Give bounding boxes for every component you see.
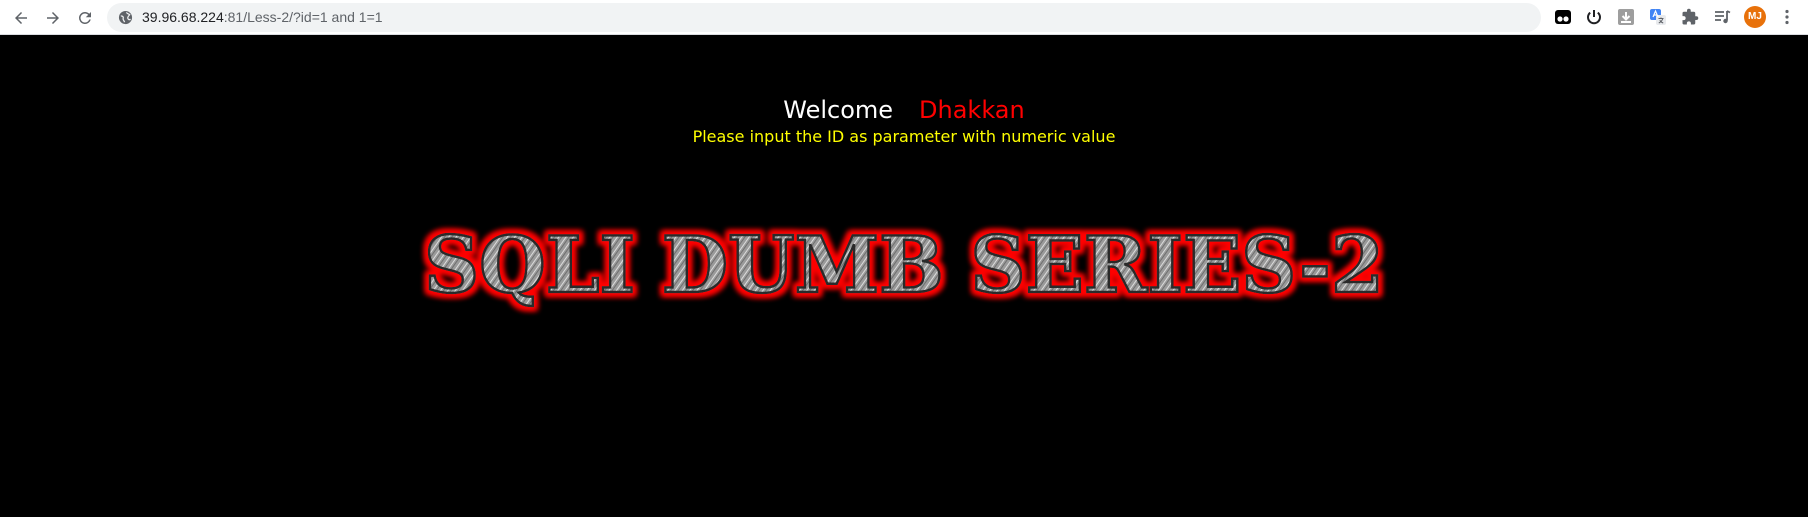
profile-avatar[interactable]: MJ bbox=[1744, 6, 1766, 28]
welcome-line: Welcome Dhakkan bbox=[0, 96, 1808, 124]
translate-icon[interactable] bbox=[1648, 7, 1668, 27]
site-info-icon[interactable] bbox=[118, 10, 133, 25]
download-icon[interactable] bbox=[1616, 7, 1636, 27]
reload-button[interactable] bbox=[72, 5, 98, 31]
banner-title-text: SQLI DUMB SERIES-2 bbox=[424, 220, 1384, 311]
menu-kebab-icon[interactable] bbox=[1777, 7, 1797, 27]
url-path: :81/Less-2/?id=1 and 1=1 bbox=[223, 9, 383, 25]
address-bar[interactable]: 39.96.68.224:81/Less-2/?id=1 and 1=1 bbox=[107, 3, 1541, 32]
instruction-text: Please input the ID as parameter with nu… bbox=[692, 127, 1116, 146]
media-queue-icon[interactable] bbox=[1712, 7, 1732, 27]
reload-icon bbox=[78, 11, 91, 24]
browser-toolbar: 39.96.68.224:81/Less-2/?id=1 and 1=1 MJ bbox=[0, 0, 1808, 35]
banner-title-image: SQLI DUMB SERIES-2 bbox=[423, 219, 1386, 313]
arrow-right-icon bbox=[47, 12, 59, 24]
arrow-left-icon bbox=[15, 12, 27, 24]
page-content: Welcome Dhakkan Please input the ID as pa… bbox=[0, 36, 1808, 517]
power-icon[interactable] bbox=[1584, 7, 1604, 27]
back-button[interactable] bbox=[8, 5, 34, 31]
url-text[interactable]: 39.96.68.224:81/Less-2/?id=1 and 1=1 bbox=[142, 3, 383, 32]
url-host: 39.96.68.224 bbox=[142, 9, 224, 25]
forward-button[interactable] bbox=[40, 5, 66, 31]
extension-tampermonkey-icon[interactable] bbox=[1553, 7, 1573, 27]
extensions-puzzle-icon[interactable] bbox=[1680, 7, 1700, 27]
welcome-label: Welcome bbox=[783, 96, 894, 124]
welcome-name: Dhakkan bbox=[919, 96, 1025, 124]
